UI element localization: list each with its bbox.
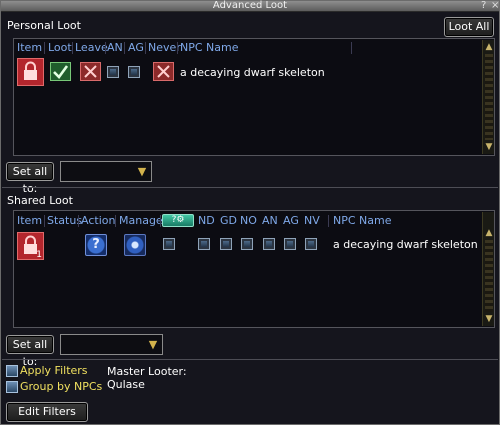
col-header-item[interactable]: Item — [17, 214, 42, 227]
gear-icon[interactable] — [124, 234, 146, 256]
col-header-an[interactable]: AN — [262, 214, 278, 227]
col-header-ag[interactable]: AG — [283, 214, 299, 227]
col-header-loot[interactable]: Loot — [48, 41, 72, 54]
manage-toggle[interactable]: ?⚙ — [162, 214, 194, 227]
x-icon[interactable] — [153, 62, 174, 81]
checkmark-icon[interactable] — [50, 62, 71, 81]
master-looter-name: Qulase — [107, 378, 145, 391]
scroll-track[interactable] — [485, 240, 493, 312]
auto-need-checkbox[interactable] — [263, 238, 275, 250]
edit-filters-button[interactable]: Edit Filters — [6, 402, 88, 422]
scroll-down-icon[interactable]: ▼ — [484, 142, 494, 152]
window-title: Advanced Loot — [212, 0, 288, 11]
col-divider[interactable] — [124, 42, 125, 54]
auto-need-checkbox[interactable] — [107, 66, 119, 78]
chevron-down-icon: ▼ — [148, 338, 158, 351]
scrollbar[interactable]: ▲ ▼ — [482, 40, 494, 154]
lock-icon[interactable] — [17, 58, 44, 86]
shared-loot-title: Shared Loot — [7, 194, 73, 207]
col-header-gd[interactable]: GD — [220, 214, 237, 227]
col-header-no[interactable]: NO — [240, 214, 257, 227]
manage-checkbox[interactable] — [163, 238, 175, 250]
col-header-nv[interactable]: NV — [304, 214, 320, 227]
col-header-never[interactable]: Never — [148, 41, 181, 54]
question-icon[interactable]: ? — [85, 234, 107, 256]
col-header-item[interactable]: Item — [17, 41, 42, 54]
scroll-up-icon[interactable]: ▲ — [484, 42, 494, 52]
section-divider — [2, 187, 498, 188]
col-header-manage[interactable]: Manage — [119, 214, 163, 227]
set-all-dropdown[interactable]: ▼ — [60, 161, 152, 182]
apply-filters-label[interactable]: Apply Filters — [20, 364, 88, 377]
group-by-npcs-checkbox[interactable] — [6, 381, 18, 393]
col-divider[interactable] — [115, 215, 116, 227]
greed-checkbox[interactable] — [220, 238, 232, 250]
auto-greed-checkbox[interactable] — [128, 66, 140, 78]
need-checkbox[interactable] — [198, 238, 210, 250]
scroll-up-icon[interactable]: ▲ — [484, 228, 494, 238]
group-by-npcs-label[interactable]: Group by NPCs — [20, 380, 102, 393]
shared-loot-list: Item Status Action Manage ?⚙ ND GD NO AN… — [13, 210, 495, 328]
item-count: 1 — [36, 250, 42, 260]
npc-name: a decaying dwarf skeleton — [333, 238, 478, 251]
col-header-status[interactable]: Status — [47, 214, 82, 227]
x-icon[interactable] — [80, 62, 101, 81]
col-divider[interactable] — [44, 42, 45, 54]
col-divider[interactable] — [351, 42, 352, 54]
npc-name: a decaying dwarf skeleton — [180, 66, 325, 79]
col-divider[interactable] — [72, 42, 73, 54]
no-checkbox[interactable] — [241, 238, 253, 250]
col-divider[interactable] — [177, 42, 178, 54]
col-header-leave[interactable]: Leave — [75, 41, 108, 54]
set-all-button[interactable]: Set all to: — [6, 335, 54, 368]
col-divider[interactable] — [160, 215, 161, 227]
col-divider[interactable] — [44, 215, 45, 227]
lock-icon[interactable]: 1 — [17, 232, 44, 260]
chevron-down-icon: ▼ — [137, 165, 147, 178]
col-divider[interactable] — [145, 42, 146, 54]
col-header-action[interactable]: Action — [81, 214, 115, 227]
col-header-an[interactable]: AN — [107, 41, 123, 54]
col-header-npc-name[interactable]: NPC Name — [333, 214, 392, 227]
help-button[interactable]: ? — [481, 0, 486, 12]
scroll-down-icon[interactable]: ▼ — [484, 314, 494, 324]
col-header-ag[interactable]: AG — [128, 41, 144, 54]
loot-all-button[interactable]: Loot All — [444, 17, 494, 37]
never-checkbox[interactable] — [305, 238, 317, 250]
set-all-dropdown[interactable]: ▼ — [60, 334, 163, 355]
personal-loot-title: Personal Loot — [7, 19, 81, 32]
col-header-npc-name[interactable]: NPC Name — [180, 41, 239, 54]
footer-divider — [2, 359, 498, 360]
col-divider[interactable] — [105, 42, 106, 54]
auto-greed-checkbox[interactable] — [284, 238, 296, 250]
master-looter-label: Master Looter: — [107, 365, 187, 378]
apply-filters-checkbox[interactable] — [6, 365, 18, 377]
col-divider[interactable] — [78, 215, 79, 227]
col-header-nd[interactable]: ND — [198, 214, 215, 227]
personal-loot-list: Item Loot Leave AN AG Never NPC Name a d… — [13, 38, 495, 156]
title-bar[interactable]: Advanced Loot ? × — [1, 0, 499, 12]
scroll-track[interactable] — [485, 54, 493, 140]
close-button[interactable]: × — [491, 0, 499, 12]
scrollbar[interactable]: ▲ ▼ — [482, 212, 494, 326]
advanced-loot-window: Advanced Loot ? × Personal Loot Loot All… — [0, 0, 500, 425]
col-divider[interactable] — [328, 215, 329, 227]
set-all-button[interactable]: Set all to: — [6, 162, 54, 195]
